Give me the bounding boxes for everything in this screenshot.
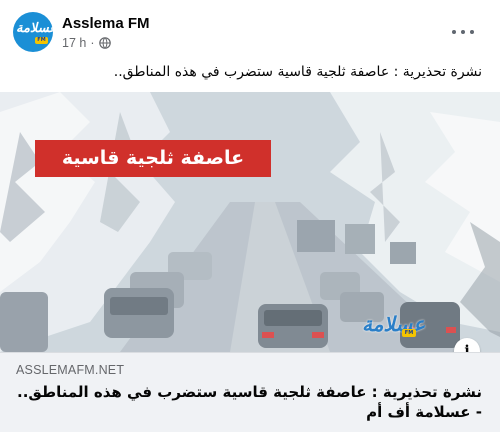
avatar-logo-badge: FM bbox=[35, 37, 48, 44]
link-domain: ASSLEMAFM.NET bbox=[16, 363, 125, 377]
facebook-post: عسلامة FM Asslema FM 17 h · نشرة تحذيرية… bbox=[0, 0, 500, 432]
post-header: عسلامة FM Asslema FM 17 h · bbox=[0, 0, 500, 62]
page-name-link[interactable]: Asslema FM bbox=[62, 15, 150, 32]
info-icon-glyph: i bbox=[464, 343, 470, 352]
brand-watermark: عسلامة FM bbox=[362, 312, 425, 342]
globe-icon bbox=[98, 37, 111, 49]
watermark-logo-badge: FM bbox=[402, 329, 416, 337]
headline-banner: عاصفة ثلجية قاسية bbox=[35, 140, 271, 177]
more-options-icon[interactable] bbox=[452, 24, 474, 40]
link-title[interactable]: نشرة تحذيرية : عاصفة ثلجية قاسية ستضرب ف… bbox=[12, 382, 482, 422]
post-caption: نشرة تحذيرية : عاصفة ثلجية قاسية ستضرب ف… bbox=[113, 64, 482, 80]
post-timestamp[interactable]: 17 h bbox=[62, 36, 86, 50]
link-preview[interactable]: ASSLEMAFM.NET نشرة تحذيرية : عاصفة ثلجية… bbox=[0, 352, 500, 432]
post-meta: 17 h · bbox=[62, 36, 111, 50]
meta-separator: · bbox=[90, 36, 95, 50]
page-avatar[interactable]: عسلامة FM bbox=[13, 12, 53, 52]
post-image[interactable]: عاصفة ثلجية قاسية عسلامة FM i bbox=[0, 92, 500, 352]
headline-banner-text: عاصفة ثلجية قاسية bbox=[61, 147, 245, 169]
avatar-logo-text: عسلامة bbox=[16, 21, 53, 36]
